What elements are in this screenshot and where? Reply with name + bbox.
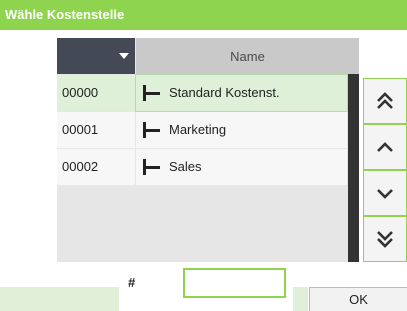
sort-column-header[interactable] [57, 38, 135, 74]
dropdown-caret-icon [119, 53, 129, 59]
name-column-header[interactable]: Name [136, 38, 359, 74]
cost-center-name: Standard Kostenst. [169, 85, 280, 100]
chevron-down-icon [377, 189, 393, 199]
tree-branch-icon [143, 159, 160, 175]
tree-branch-icon [143, 85, 160, 101]
double-chevron-down-icon [377, 231, 393, 248]
cost-center-name: Sales [169, 159, 202, 174]
scroll-up-button[interactable] [363, 124, 407, 170]
list-scrollbar[interactable] [348, 74, 359, 262]
table-row[interactable]: 00000 Standard Kostenst. [57, 74, 348, 112]
cost-center-code: 00002 [57, 149, 135, 185]
cost-center-name-cell: Sales [136, 149, 347, 185]
table-row[interactable]: 00002 Sales [57, 149, 347, 185]
chevron-up-icon [377, 142, 393, 152]
page-up-button[interactable] [363, 78, 407, 124]
cost-center-name-cell: Standard Kostenst. [135, 74, 348, 112]
hash-label: # [128, 275, 136, 290]
table-row[interactable]: 00001 Marketing [57, 112, 347, 148]
cost-center-code: 00000 [57, 75, 135, 111]
window-title: Wähle Kostenstelle [0, 0, 407, 30]
ok-button[interactable]: OK [309, 287, 407, 311]
footer-bar-left [0, 287, 119, 311]
cost-center-name-cell: Marketing [136, 112, 347, 148]
double-chevron-up-icon [377, 92, 393, 109]
cost-center-code: 00001 [57, 112, 135, 148]
page-down-button[interactable] [363, 216, 407, 262]
scroll-down-button[interactable] [363, 170, 407, 216]
cost-center-number-input[interactable] [183, 268, 286, 298]
footer-bar-right [293, 287, 308, 311]
cost-center-name: Marketing [169, 122, 227, 137]
tree-branch-icon [143, 122, 160, 138]
